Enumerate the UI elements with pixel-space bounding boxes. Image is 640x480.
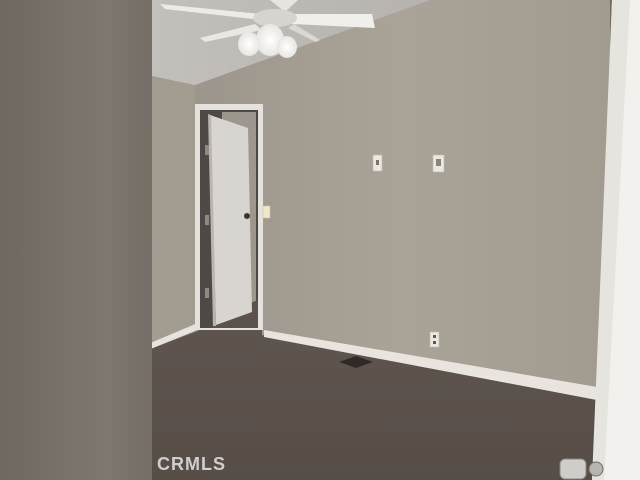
light-switch xyxy=(262,205,271,219)
wall-plate-detail xyxy=(376,160,379,165)
watermark-text: CRMLS xyxy=(157,454,226,474)
fan-light xyxy=(277,36,297,58)
outlet-slot xyxy=(433,335,436,338)
door-knob-rose xyxy=(588,461,604,477)
door-hinge xyxy=(205,215,209,225)
open-door xyxy=(210,115,252,325)
room-illustration xyxy=(0,0,640,480)
outlet-slot xyxy=(433,341,436,344)
door-hinge xyxy=(205,288,209,298)
door-hinge xyxy=(205,145,209,155)
room-photo: CRMLS xyxy=(0,0,640,480)
fan-light xyxy=(238,32,260,56)
wall-plate-detail xyxy=(436,159,441,166)
door-knob xyxy=(559,458,587,480)
wall-outlet xyxy=(429,331,440,348)
fan-motor xyxy=(253,9,297,27)
foreground-left-wall xyxy=(0,0,152,480)
door-handle xyxy=(244,213,250,219)
